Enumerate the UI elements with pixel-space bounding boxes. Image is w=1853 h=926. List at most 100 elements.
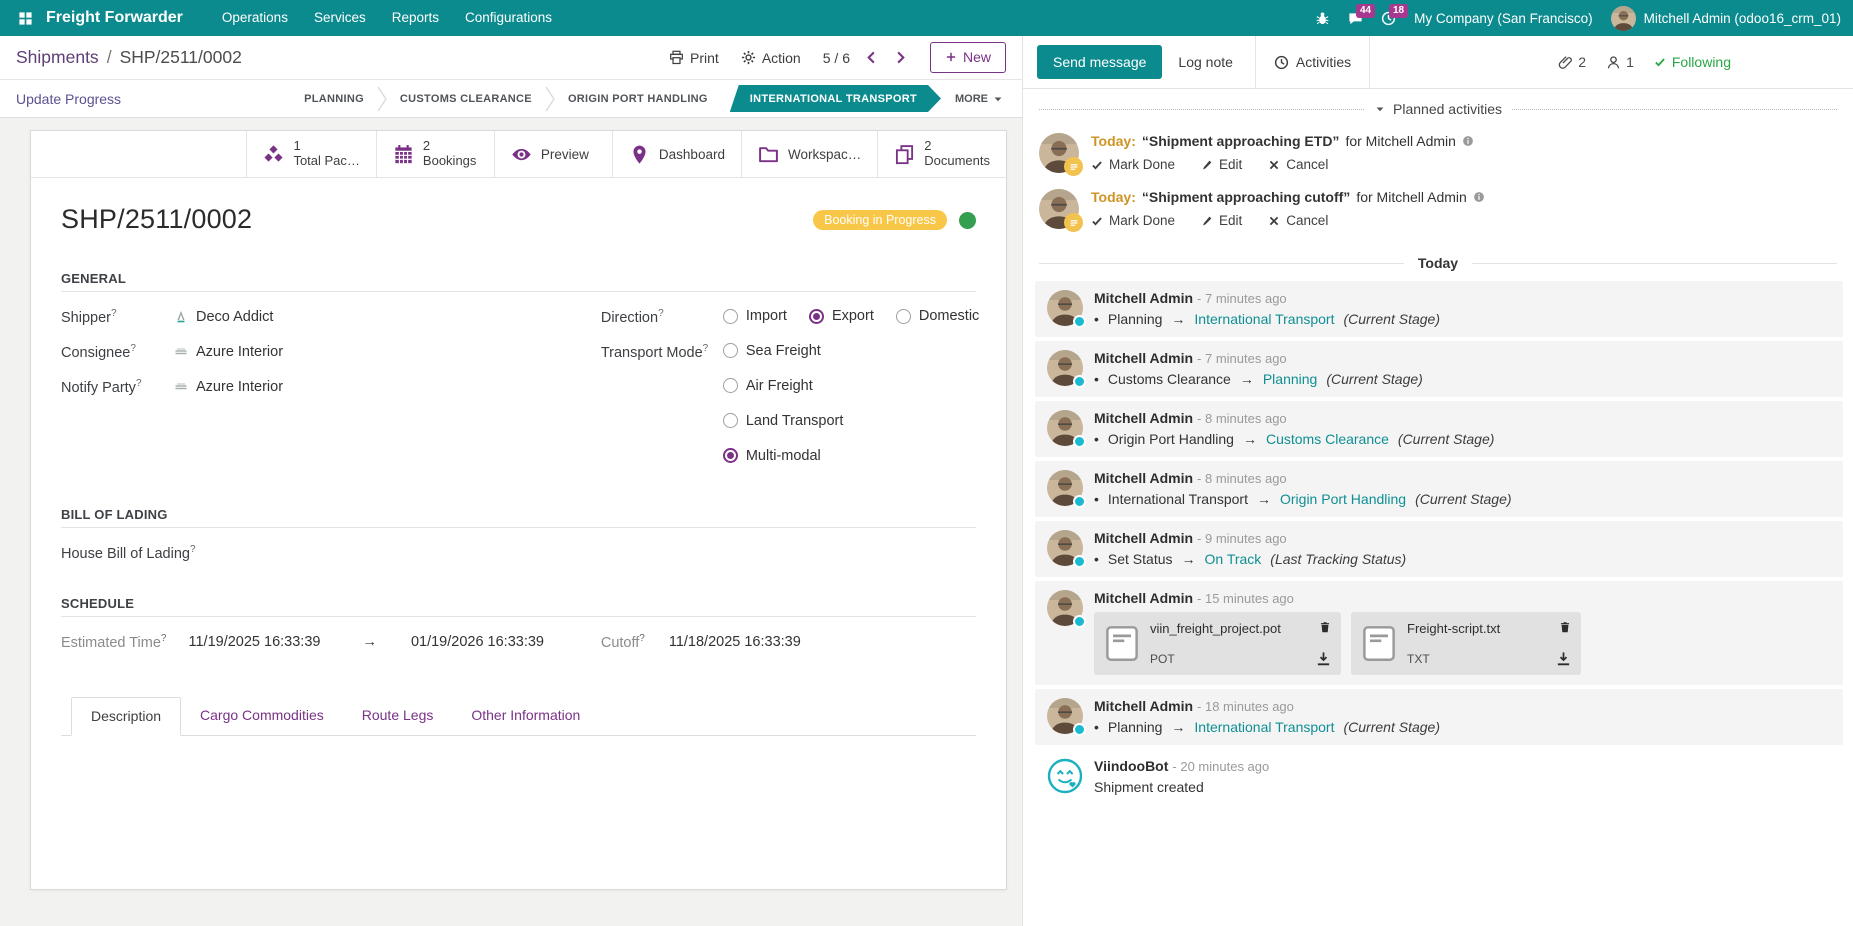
stage-customs-clearance[interactable]: CUSTOMS CLEARANCE: [388, 93, 544, 105]
edit-activity-button[interactable]: Edit: [1201, 157, 1242, 172]
action-button[interactable]: Action: [741, 50, 801, 66]
transport-air-radio[interactable]: Air Freight: [723, 378, 844, 394]
print-button[interactable]: Print: [669, 50, 719, 66]
preview-button[interactable]: Preview: [494, 131, 612, 177]
message-author[interactable]: Mitchell Admin: [1094, 470, 1193, 486]
stage-planning[interactable]: PLANNING: [292, 93, 376, 105]
direction-domestic-radio[interactable]: Domestic: [896, 308, 979, 324]
stage-more-button[interactable]: MORE: [945, 93, 1014, 105]
message-time: - 8 minutes ago: [1197, 411, 1287, 426]
message-author[interactable]: Mitchell Admin: [1094, 698, 1193, 714]
estimated-to-value[interactable]: 01/19/2026 16:33:39: [411, 634, 544, 650]
clock-icon: [1274, 55, 1289, 70]
plus-icon: [945, 51, 957, 63]
breadcrumb-shipments[interactable]: Shipments: [16, 47, 99, 68]
download-icon[interactable]: [1556, 651, 1571, 666]
direction-export-radio[interactable]: Export: [809, 308, 874, 324]
new-button[interactable]: New: [930, 42, 1006, 73]
notify-party-label: Notify Party?: [61, 378, 173, 396]
tab-description[interactable]: Description: [71, 697, 181, 736]
bookings-button[interactable]: 2Bookings: [376, 131, 494, 177]
attachment-filename[interactable]: viin_freight_project.pot: [1150, 621, 1311, 636]
followers-counter[interactable]: 1: [1606, 54, 1634, 70]
stage-pipeline: PLANNING CUSTOMS CLEARANCE ORIGIN PORT H…: [292, 80, 1014, 117]
tab-cargo-commodities[interactable]: Cargo Commodities: [181, 697, 343, 736]
attachment-card[interactable]: Freight-script.txt TXT: [1351, 612, 1581, 675]
transport-sea-radio[interactable]: Sea Freight: [723, 343, 844, 359]
company-switcher[interactable]: My Company (San Francisco): [1414, 11, 1593, 26]
following-toggle[interactable]: Following: [1654, 54, 1731, 70]
menu-configurations[interactable]: Configurations: [452, 0, 565, 36]
pager-next-button[interactable]: [893, 50, 908, 65]
menu-reports[interactable]: Reports: [379, 0, 452, 36]
info-icon[interactable]: [1462, 135, 1474, 147]
update-progress-button[interactable]: Update Progress: [16, 91, 121, 107]
message-time: - 20 minutes ago: [1172, 759, 1269, 774]
cancel-activity-button[interactable]: Cancel: [1268, 157, 1328, 172]
user-menu[interactable]: Mitchell Admin (odoo16_crm_01): [1611, 6, 1841, 31]
message-author[interactable]: Mitchell Admin: [1094, 410, 1193, 426]
planned-activities-toggle[interactable]: Planned activities: [1374, 101, 1502, 117]
stage-origin-port-handling[interactable]: ORIGIN PORT HANDLING: [556, 93, 720, 105]
attachment-filename[interactable]: Freight-script.txt: [1407, 621, 1551, 636]
message-time: - 7 minutes ago: [1197, 351, 1287, 366]
online-dot: [1073, 723, 1086, 736]
message-author[interactable]: Mitchell Admin: [1094, 350, 1193, 366]
send-message-button[interactable]: Send message: [1037, 45, 1162, 79]
dashboard-button[interactable]: Dashboard: [612, 131, 741, 177]
menu-services[interactable]: Services: [301, 0, 379, 36]
transport-multimodal-radio[interactable]: Multi-modal: [723, 448, 844, 464]
estimated-from-value[interactable]: 11/19/2025 16:33:39: [188, 634, 320, 650]
apps-grid-icon[interactable]: [12, 5, 38, 31]
section-schedule: SCHEDULE: [61, 596, 976, 617]
info-icon[interactable]: [1473, 191, 1485, 203]
total-packages-button[interactable]: 1Total Pac…: [246, 131, 375, 177]
documents-button[interactable]: 2Documents: [877, 131, 1006, 177]
tab-other-information[interactable]: Other Information: [452, 697, 599, 736]
edit-activity-button[interactable]: Edit: [1201, 213, 1242, 228]
cutoff-value[interactable]: 11/18/2025 16:33:39: [669, 634, 801, 650]
mark-done-button[interactable]: Mark Done: [1091, 213, 1175, 228]
message-feed: Mitchell Admin- 7 minutes ago •Planning→…: [1023, 281, 1853, 926]
activities-count-badge: 18: [1389, 4, 1408, 18]
attachment-card[interactable]: viin_freight_project.pot POT: [1094, 612, 1341, 675]
log-note-button[interactable]: Log note: [1162, 45, 1249, 79]
app-title[interactable]: Freight Forwarder: [46, 9, 183, 27]
tab-route-legs[interactable]: Route Legs: [343, 697, 453, 736]
mark-done-button[interactable]: Mark Done: [1091, 157, 1175, 172]
stage-to-link[interactable]: Origin Port Handling: [1280, 491, 1406, 507]
activities-clock-icon[interactable]: 18: [1381, 11, 1396, 26]
messages-icon[interactable]: 44: [1348, 11, 1363, 26]
pencil-icon: [1201, 215, 1213, 227]
workspace-button[interactable]: Workspac…: [741, 131, 877, 177]
online-dot: [1073, 375, 1086, 388]
notify-party-value[interactable]: Azure Interior: [173, 379, 283, 395]
trash-icon[interactable]: [1319, 621, 1331, 633]
menu-operations[interactable]: Operations: [209, 0, 301, 36]
direction-import-radio[interactable]: Import: [723, 308, 787, 324]
activities-button[interactable]: Activities: [1262, 45, 1363, 79]
debug-bug-icon[interactable]: [1315, 11, 1330, 26]
stage-to-link[interactable]: International Transport: [1194, 311, 1334, 327]
stage-to-link[interactable]: Planning: [1263, 371, 1318, 387]
trash-icon[interactable]: [1559, 621, 1571, 633]
pager-previous-button[interactable]: [864, 50, 879, 65]
consignee-value[interactable]: Azure Interior: [173, 344, 283, 360]
shipper-value[interactable]: Deco Addict: [173, 309, 273, 325]
message-author[interactable]: Mitchell Admin: [1094, 530, 1193, 546]
cutoff-label: Cutoff?: [601, 633, 645, 651]
tracking-to-link[interactable]: On Track: [1205, 551, 1262, 567]
message-author[interactable]: ViindooBot: [1094, 758, 1168, 774]
transport-land-radio[interactable]: Land Transport: [723, 413, 844, 429]
attachments-counter[interactable]: 2: [1558, 54, 1586, 70]
stage-international-transport-active[interactable]: INTERNATIONAL TRANSPORT: [730, 85, 941, 112]
message-author[interactable]: Mitchell Admin: [1094, 590, 1193, 606]
chatter-toolbar: Send message Log note Activities 2 1: [1023, 36, 1853, 89]
planned-activities-section: Planned activities Today: “Shipment appr…: [1023, 89, 1853, 235]
download-icon[interactable]: [1316, 651, 1331, 666]
kanban-state-dot[interactable]: [959, 212, 976, 229]
stage-to-link[interactable]: International Transport: [1194, 719, 1334, 735]
stage-to-link[interactable]: Customs Clearance: [1266, 431, 1389, 447]
message-author[interactable]: Mitchell Admin: [1094, 290, 1193, 306]
cancel-activity-button[interactable]: Cancel: [1268, 213, 1328, 228]
